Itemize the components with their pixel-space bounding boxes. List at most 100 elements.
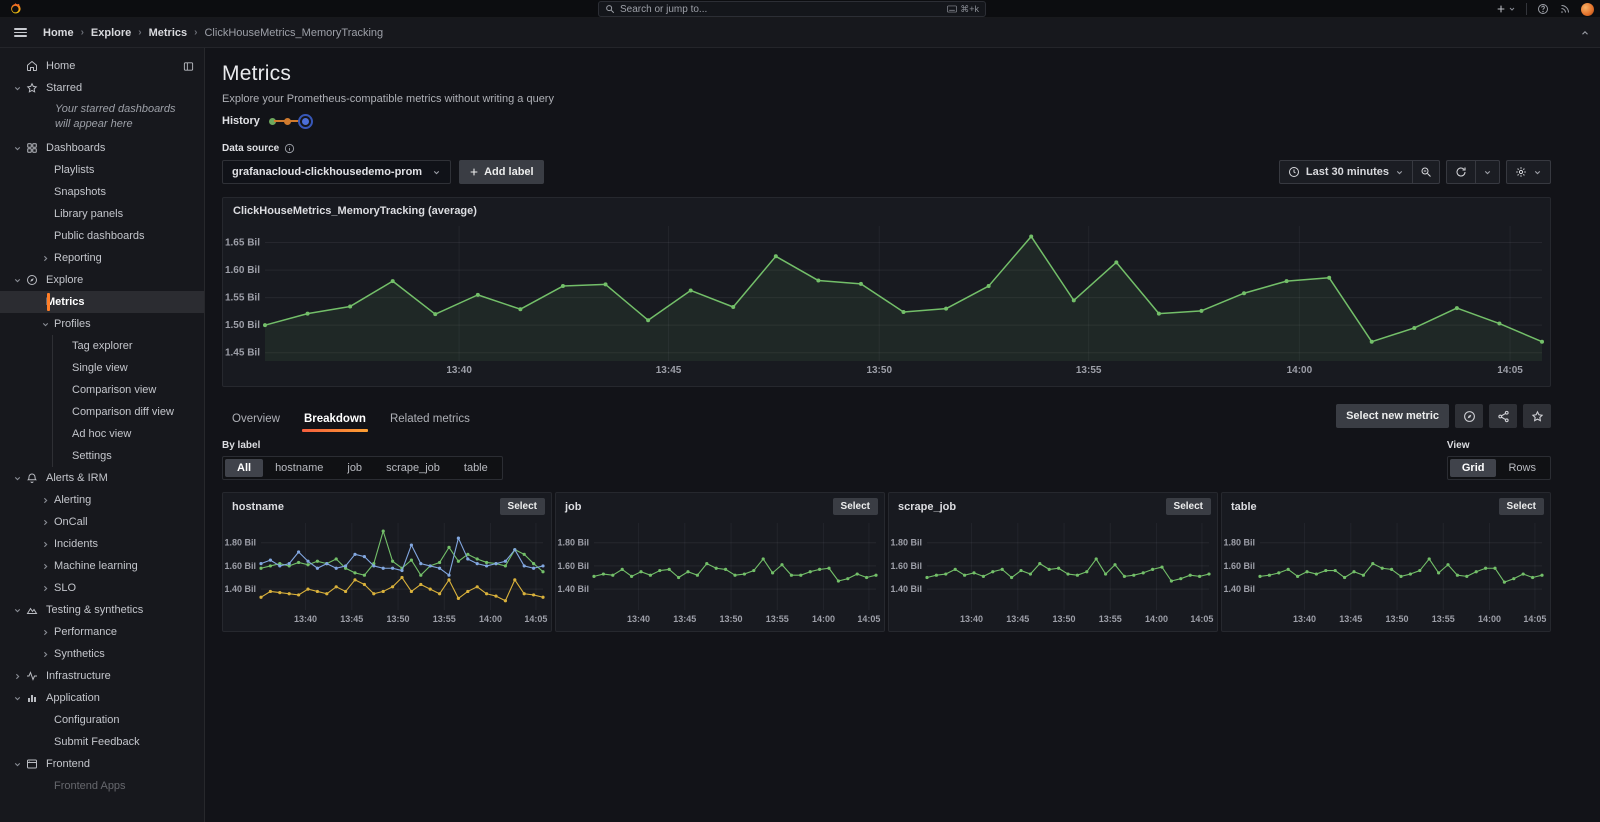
view-toggle-grid[interactable]: Grid [1449, 459, 1497, 477]
sidebar-item-playlists[interactable]: Playlists [0, 159, 204, 181]
sidebar-item-slo[interactable]: SLO [0, 577, 204, 599]
chevron-up-icon[interactable] [1580, 28, 1590, 38]
sidebar-item-submit-feedback[interactable]: Submit Feedback [0, 731, 204, 753]
sidebar-item-explore[interactable]: Explore [0, 269, 204, 291]
sidebar-item-oncall[interactable]: OnCall [0, 511, 204, 533]
explore-metric-button[interactable] [1455, 404, 1483, 428]
chevron-right-icon[interactable] [36, 540, 54, 549]
breadcrumb-item[interactable]: Metrics [149, 27, 188, 39]
chart-canvas: 13:40 13:45 13:50 13:55 14:00 14:05 1.40 Bil 1.… [890, 523, 1213, 624]
svg-text:13:40: 13:40 [960, 614, 983, 624]
grafana-logo[interactable] [0, 2, 30, 15]
label-filter-job[interactable]: job [335, 459, 374, 477]
hostname-chart[interactable]: 13:40 13:45 13:50 13:55 14:00 14:05 1.40 Bil 1.… [223, 517, 551, 625]
user-avatar[interactable] [1581, 2, 1594, 16]
sidebar-item-alerts-irm[interactable]: Alerts & IRM [0, 467, 204, 489]
scrape_job-chart[interactable]: 13:40 13:45 13:50 13:55 14:00 14:05 1.40 Bil 1.… [889, 517, 1217, 625]
sidebar-item-testing-synthetics[interactable]: Testing & synthetics [0, 599, 204, 621]
select-button-table[interactable]: Select [1498, 498, 1544, 515]
sidebar-item-comparison-diff-view[interactable]: Comparison diff view [0, 401, 204, 423]
chevron-right-icon[interactable] [36, 584, 54, 593]
menu-toggle-icon[interactable] [14, 28, 27, 37]
news-icon[interactable] [1559, 3, 1571, 15]
select-button-hostname[interactable]: Select [499, 498, 545, 515]
chevron-down-icon[interactable] [8, 760, 26, 769]
share-button[interactable] [1489, 404, 1517, 428]
sidebar-item-metrics[interactable]: Metrics [0, 291, 204, 313]
select-button-scrape_job[interactable]: Select [1165, 498, 1211, 515]
refresh-button[interactable] [1446, 160, 1476, 184]
info-icon[interactable] [284, 143, 295, 154]
svg-text:1.80 Bil: 1.80 Bil [890, 538, 922, 548]
breadcrumb-item[interactable]: Explore [91, 27, 131, 39]
label-filter-table[interactable]: table [452, 459, 500, 477]
main-chart[interactable]: 13:40 13:45 13:50 13:55 14:00 14:05 1.45 Bil 1.… [223, 220, 1550, 376]
sidebar-item-starred[interactable]: Starred [0, 77, 204, 99]
tab-overview[interactable]: Overview [222, 408, 290, 432]
sidebar-item-frontend[interactable]: Frontend [0, 753, 204, 775]
chevron-right-icon[interactable] [36, 628, 54, 637]
sidebar-item-performance[interactable]: Performance [0, 621, 204, 643]
label-filter-hostname[interactable]: hostname [263, 459, 335, 477]
sidebar-item-dashboards[interactable]: Dashboards [0, 137, 204, 159]
help-icon[interactable] [1537, 3, 1549, 15]
search-input[interactable]: Search or jump to... ⌘+k [598, 1, 986, 17]
chevron-down-icon[interactable] [8, 276, 26, 285]
settings-button[interactable] [1506, 160, 1551, 184]
time-range-picker[interactable]: Last 30 minutes [1278, 160, 1413, 184]
chevron-down-icon[interactable] [8, 474, 26, 483]
chevron-right-icon[interactable] [36, 518, 54, 527]
chevron-right-icon[interactable] [36, 562, 54, 571]
label-filter-scrape_job[interactable]: scrape_job [374, 459, 452, 477]
sidebar-item-tag-explorer[interactable]: Tag explorer [0, 335, 204, 357]
breadcrumb-item[interactable]: ClickHouseMetrics_MemoryTracking [204, 27, 383, 39]
chevron-down-icon[interactable] [8, 606, 26, 615]
sidebar-item-public-dashboards[interactable]: Public dashboards [0, 225, 204, 247]
chevron-right-icon[interactable] [36, 254, 54, 263]
sidebar-item-application[interactable]: Application [0, 687, 204, 709]
table-chart[interactable]: 13:40 13:45 13:50 13:55 14:00 14:05 1.40 Bil 1.… [1222, 517, 1550, 625]
dock-icon[interactable] [183, 61, 194, 72]
sidebar-item-settings[interactable]: Settings [0, 445, 204, 467]
datasource-select[interactable]: grafanacloud-clickhousedemo-prom [222, 160, 452, 184]
chevron-right-icon[interactable] [8, 672, 26, 681]
chevron-right-icon[interactable] [36, 650, 54, 659]
zoom-out-time-button[interactable] [1413, 160, 1440, 184]
tab-related-metrics[interactable]: Related metrics [380, 408, 480, 432]
svg-text:13:55: 13:55 [1099, 614, 1122, 624]
sidebar-item-snapshots[interactable]: Snapshots [0, 181, 204, 203]
sidebar-item-incidents[interactable]: Incidents [0, 533, 204, 555]
select-new-metric-button[interactable]: Select new metric [1336, 404, 1449, 428]
sidebar-item-alerting[interactable]: Alerting [0, 489, 204, 511]
sidebar-item-ad-hoc-view[interactable]: Ad hoc view [0, 423, 204, 445]
refresh-interval-dropdown[interactable] [1476, 160, 1500, 184]
sidebar-item-comparison-view[interactable]: Comparison view [0, 379, 204, 401]
label-filter-all[interactable]: All [225, 459, 264, 477]
select-button-job[interactable]: Select [832, 498, 878, 515]
sidebar-item-machine-learning[interactable]: Machine learning [0, 555, 204, 577]
history-current-step-icon[interactable] [301, 117, 309, 125]
job-chart[interactable]: 13:40 13:45 13:50 13:55 14:00 14:05 1.40 Bil 1.… [556, 517, 884, 625]
sidebar-item-profiles[interactable]: Profiles [0, 313, 204, 335]
chevron-down-icon[interactable] [8, 84, 26, 93]
view-toggle-rows[interactable]: Rows [1496, 459, 1548, 477]
add-label-button[interactable]: Add label [459, 160, 544, 184]
chevron-down-icon[interactable] [8, 694, 26, 703]
sidebar-item-library-panels[interactable]: Library panels [0, 203, 204, 225]
chevron-down-icon[interactable] [8, 144, 26, 153]
chevron-down-icon[interactable] [36, 320, 54, 329]
sidebar-item-synthetics[interactable]: Synthetics [0, 643, 204, 665]
sidebar-item-label: Ad hoc view [72, 428, 132, 440]
sidebar-item-single-view[interactable]: Single view [0, 357, 204, 379]
sidebar-item-reporting[interactable]: Reporting [0, 247, 204, 269]
add-menu-button[interactable] [1496, 4, 1516, 14]
breadcrumb-item[interactable]: Home [43, 27, 74, 39]
sidebar-item-frontend-apps[interactable]: Frontend Apps [0, 775, 204, 797]
chevron-right-icon[interactable] [36, 496, 54, 505]
sidebar-item-configuration[interactable]: Configuration [0, 709, 204, 731]
tab-breakdown[interactable]: Breakdown [294, 408, 376, 432]
history-timeline[interactable] [268, 117, 309, 125]
sidebar-item-home[interactable]: Home [0, 55, 204, 77]
sidebar-item-infrastructure[interactable]: Infrastructure [0, 665, 204, 687]
favorite-button[interactable] [1523, 404, 1551, 428]
